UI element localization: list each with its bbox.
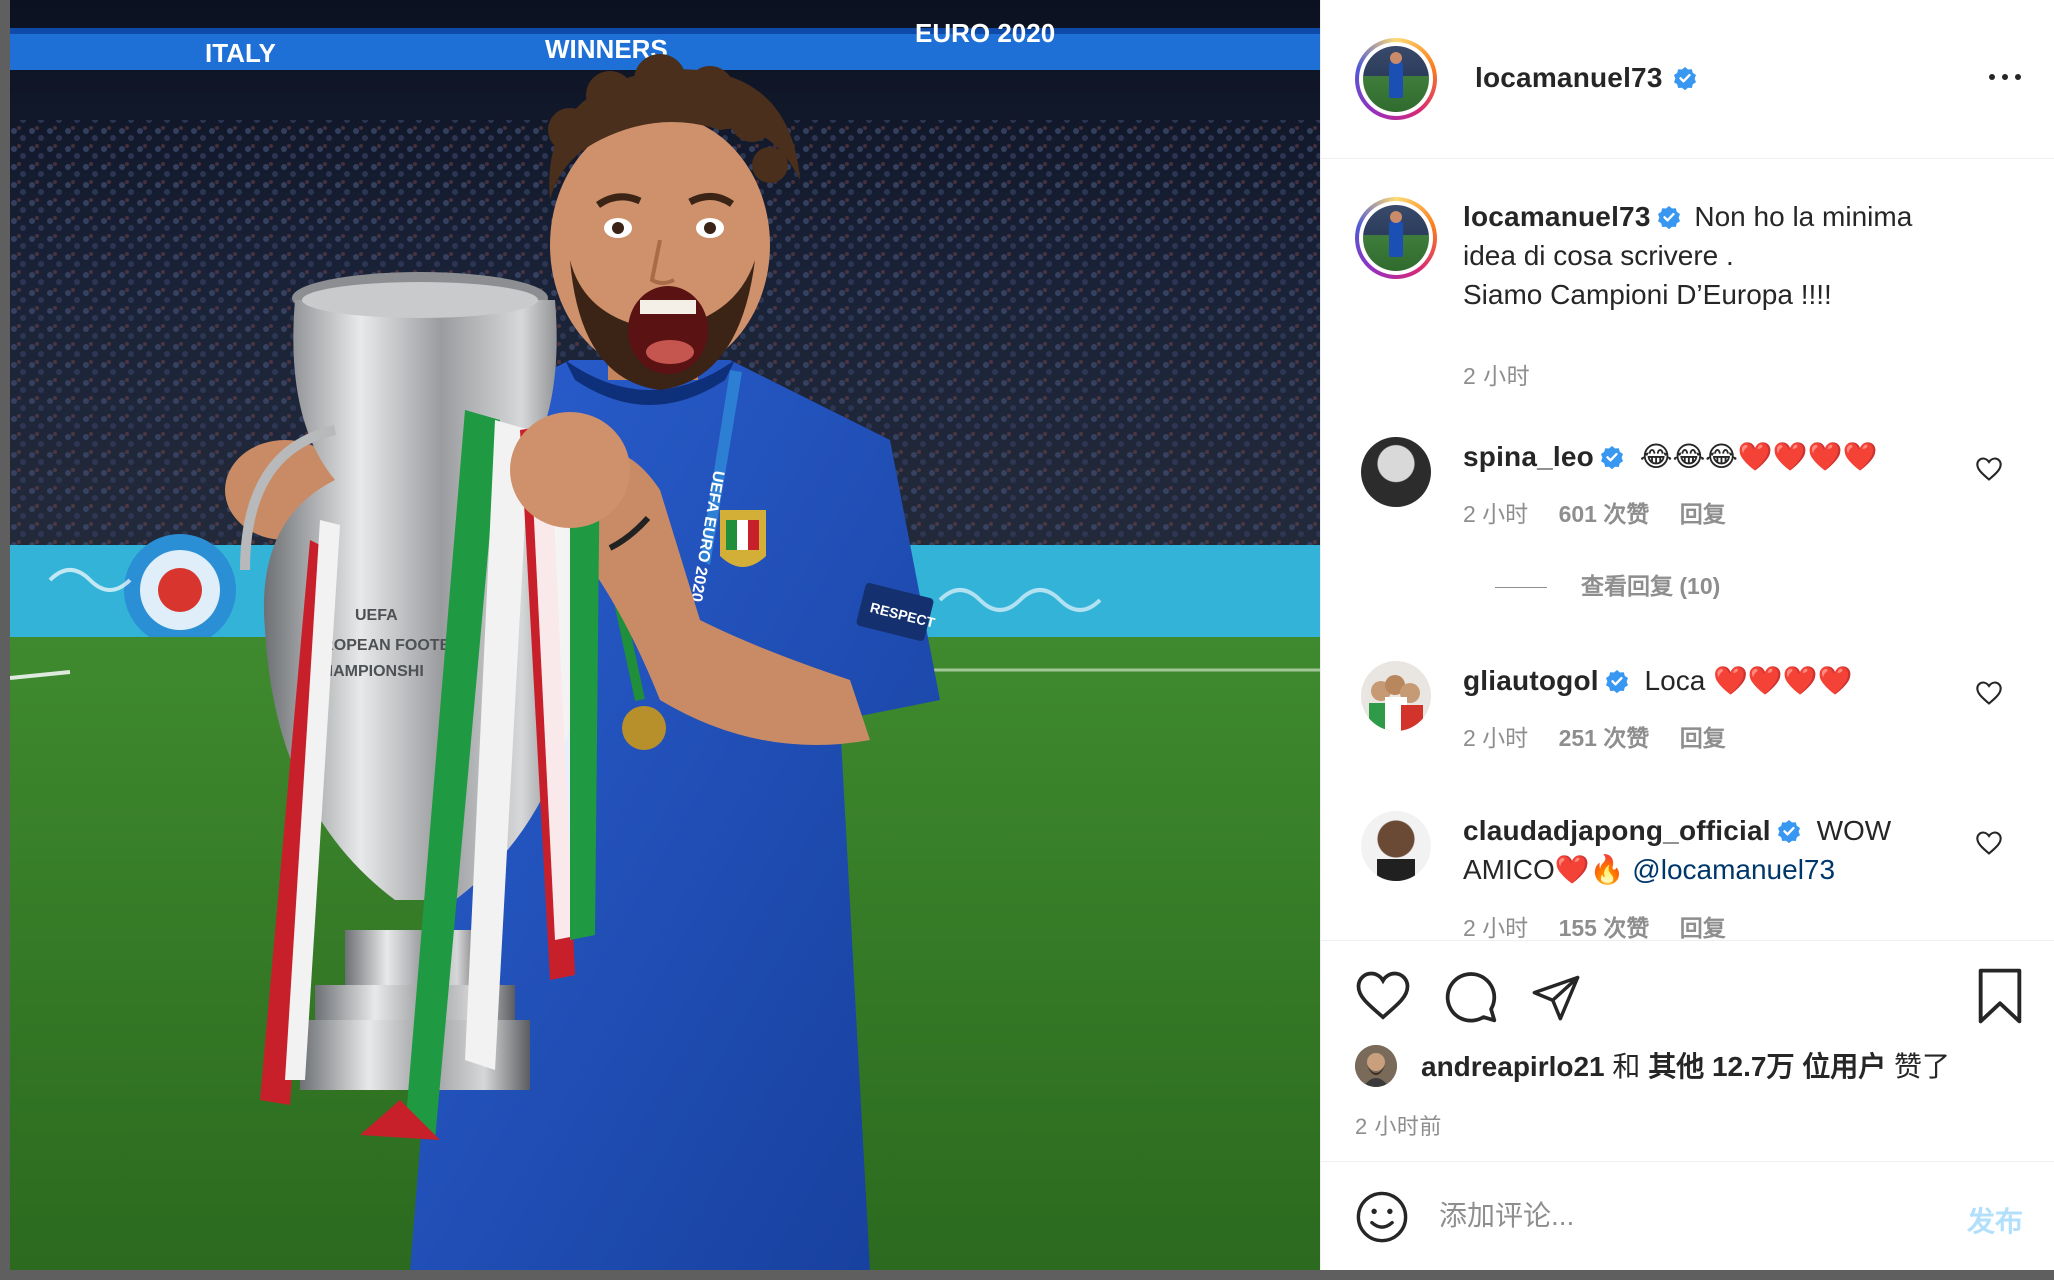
verified-badge-icon bbox=[1657, 206, 1680, 229]
verified-badge-icon bbox=[1605, 670, 1628, 693]
trophy-engraving-1: UEFA bbox=[355, 607, 398, 624]
comment-text-block: gliautogol Loca ❤️❤️❤️❤️ bbox=[1463, 661, 1933, 700]
view-replies-label: 查看回复 (10) bbox=[1581, 573, 1721, 599]
comment-body: 😂😂😂❤️❤️❤️❤️ bbox=[1639, 441, 1878, 472]
comment-mention-link[interactable]: @locamanuel73 bbox=[1632, 854, 1835, 885]
likes-summary: andreapirlo21 和 其他 12.7万 位用户 赞了 bbox=[1421, 1045, 1950, 1085]
likes-others-link[interactable]: 其他 12.7万 位用户 bbox=[1648, 1051, 1886, 1082]
likes-suffix-text: 赞了 bbox=[1886, 1051, 1951, 1082]
comment-username[interactable]: gliautogol bbox=[1463, 665, 1599, 696]
comment-likes[interactable]: 155 次赞 bbox=[1559, 915, 1650, 940]
liker-avatar[interactable] bbox=[1355, 1045, 1397, 1087]
comment-text-block: spina_leo 😂😂😂❤️❤️❤️❤️ bbox=[1463, 437, 1933, 476]
photo-illustration: ITALY WINNERS EURO 2020 UEFA EURO 2020 R… bbox=[10, 0, 1320, 1270]
comments-list[interactable]: locamanuel73 Non ho la minima idea di co… bbox=[1321, 159, 2054, 940]
post-comment-button[interactable]: 发布 bbox=[1967, 1200, 2023, 1240]
heart-icon[interactable] bbox=[1355, 969, 1411, 1021]
comment-likes[interactable]: 601 次赞 bbox=[1559, 501, 1650, 527]
comment-meta: 2 小时 155 次赞 回复 bbox=[1463, 909, 1750, 940]
add-comment-bar: 发布 bbox=[1321, 1161, 2054, 1270]
more-options-icon[interactable] bbox=[1985, 62, 2025, 92]
comment-time[interactable]: 2 小时 bbox=[1463, 501, 1528, 527]
post-header: locamanuel73 bbox=[1321, 0, 2054, 159]
comment-meta: 2 小时 601 次赞 回复 bbox=[1463, 495, 1750, 529]
comment-likes[interactable]: 251 次赞 bbox=[1559, 725, 1650, 751]
author-username[interactable]: locamanuel73 bbox=[1475, 62, 1663, 93]
comment-reply-button[interactable]: 回复 bbox=[1680, 915, 1726, 940]
liker-username[interactable]: andreapirlo21 bbox=[1421, 1051, 1605, 1082]
comment-like-heart-icon[interactable] bbox=[1975, 829, 2003, 857]
comment-avatar[interactable] bbox=[1361, 661, 1431, 731]
comment-like-heart-icon[interactable] bbox=[1975, 455, 2003, 483]
comment-meta: 2 小时 251 次赞 回复 bbox=[1463, 719, 1750, 753]
post-side-panel: locamanuel73 locamanuel73 Non ho la mini… bbox=[1320, 0, 2054, 1270]
post-actions: andreapirlo21 和 其他 12.7万 位用户 赞了 2 小时前 发布 bbox=[1321, 940, 2054, 1270]
comment-reply-button[interactable]: 回复 bbox=[1680, 501, 1726, 527]
comment-like-heart-icon[interactable] bbox=[1975, 679, 2003, 707]
comment-username[interactable]: claudadjapong_official bbox=[1463, 815, 1771, 846]
post-photo[interactable]: ITALY WINNERS EURO 2020 UEFA EURO 2020 R… bbox=[10, 0, 1320, 1270]
instagram-post-window: ITALY WINNERS EURO 2020 UEFA EURO 2020 R… bbox=[10, 0, 2054, 1270]
comment-item: gliautogol Loca ❤️❤️❤️❤️ 2 小时 251 次赞 回复 bbox=[1353, 661, 2033, 771]
comment-username[interactable]: spina_leo bbox=[1463, 441, 1594, 472]
likes-and-text: 和 bbox=[1604, 1051, 1649, 1082]
comment-time[interactable]: 2 小时 bbox=[1463, 725, 1528, 751]
comment-avatar[interactable] bbox=[1361, 437, 1431, 507]
post-caption: locamanuel73 Non ho la minima idea di co… bbox=[1353, 197, 2033, 389]
verified-badge-icon bbox=[1600, 446, 1623, 469]
verified-badge-icon bbox=[1777, 820, 1800, 843]
caption-username[interactable]: locamanuel73 bbox=[1463, 201, 1651, 232]
comment-input[interactable] bbox=[1437, 1192, 1921, 1240]
comment-reply-button[interactable]: 回复 bbox=[1680, 725, 1726, 751]
caption-time[interactable]: 2 小时 bbox=[1463, 357, 1530, 391]
author-avatar[interactable] bbox=[1355, 38, 1437, 120]
comment-item: claudadjapong_official WOW AMICO❤️🔥 @loc… bbox=[1353, 811, 2033, 940]
banner-word-euro: EURO 2020 bbox=[915, 18, 1055, 48]
view-replies-button[interactable]: 查看回复 (10) bbox=[1495, 567, 1720, 601]
comment-body: Loca ❤️❤️❤️❤️ bbox=[1644, 665, 1853, 696]
send-icon[interactable] bbox=[1529, 971, 1583, 1023]
posted-time[interactable]: 2 小时前 bbox=[1355, 1109, 1442, 1141]
bookmark-icon[interactable] bbox=[1975, 967, 2025, 1025]
comment-icon[interactable] bbox=[1443, 969, 1499, 1025]
banner-word-italy: ITALY bbox=[205, 38, 276, 68]
caption-author-avatar[interactable] bbox=[1355, 197, 1437, 279]
comment-time[interactable]: 2 小时 bbox=[1463, 915, 1528, 940]
comment-item: spina_leo 😂😂😂❤️❤️❤️❤️ 2 小时 601 次赞 回复 查看回… bbox=[1353, 437, 2033, 617]
comment-avatar[interactable] bbox=[1361, 811, 1431, 881]
caption-text-block: locamanuel73 Non ho la minima idea di co… bbox=[1463, 197, 1983, 314]
verified-badge-icon bbox=[1674, 67, 1697, 90]
comment-text-block: claudadjapong_official WOW AMICO❤️🔥 @loc… bbox=[1463, 811, 1933, 889]
emoji-icon[interactable] bbox=[1355, 1190, 1409, 1244]
author-username-row: locamanuel73 bbox=[1475, 62, 1697, 94]
